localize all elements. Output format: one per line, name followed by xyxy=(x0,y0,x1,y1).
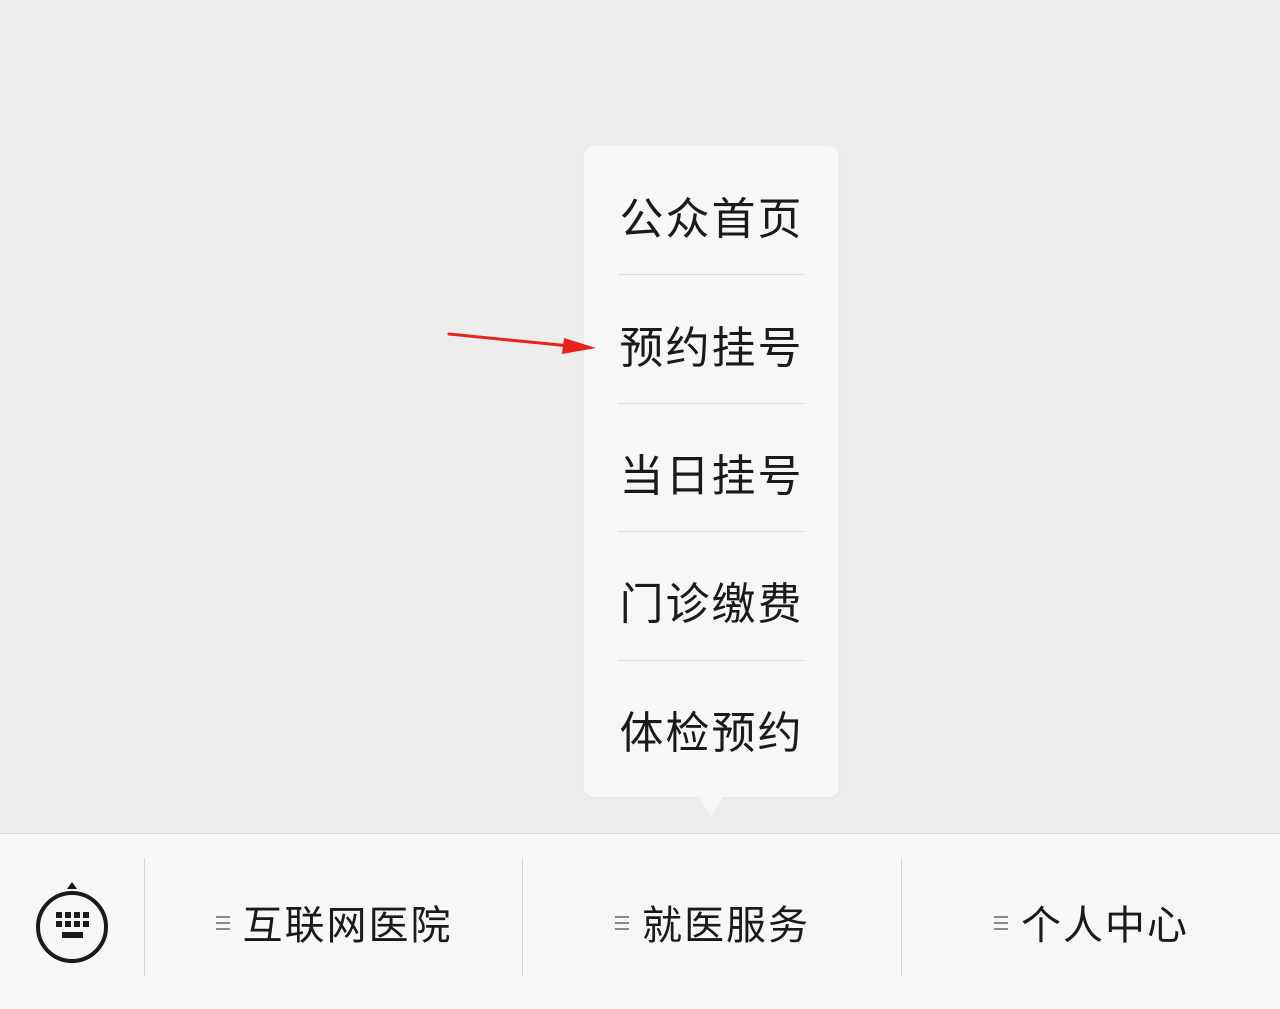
tab-label: 互联网医院 xyxy=(242,902,453,949)
tab-medical-services[interactable]: 就医服务 xyxy=(523,834,901,1009)
red-arrow-icon xyxy=(447,332,596,354)
tab-personal-center[interactable]: 个人中心 xyxy=(902,834,1280,1009)
bottom-menu-bar: 互联网医院 就医服务 个人中心 xyxy=(0,833,1280,1009)
submenu-item-label: 当日挂号 xyxy=(619,451,804,502)
submenu-item-label: 门诊缴费 xyxy=(619,579,804,630)
service-submenu: 公众首页 预约挂号 当日挂号 门诊缴费 体检预约 xyxy=(584,146,839,797)
submenu-item-outpatient-payment[interactable]: 门诊缴费 xyxy=(584,536,839,664)
submenu-item-same-day-registration[interactable]: 当日挂号 xyxy=(584,408,839,536)
tab-internet-hospital[interactable]: 互联网医院 xyxy=(145,834,522,1009)
submenu-divider xyxy=(618,274,805,275)
list-menu-icon xyxy=(994,915,1008,930)
submenu-divider xyxy=(618,403,805,404)
keyboard-toggle-button[interactable] xyxy=(0,834,144,1009)
list-menu-icon xyxy=(615,915,629,930)
list-menu-icon xyxy=(215,915,230,930)
submenu-item-public-home[interactable]: 公众首页 xyxy=(584,151,839,279)
tab-label: 就医服务 xyxy=(642,902,810,949)
keyboard-icon xyxy=(36,881,108,963)
submenu-item-label: 体检预约 xyxy=(619,708,804,759)
submenu-divider xyxy=(618,660,805,661)
submenu-caret xyxy=(698,796,724,816)
submenu-item-label: 公众首页 xyxy=(619,194,804,245)
submenu-item-checkup-appointment[interactable]: 体检预约 xyxy=(584,665,839,793)
submenu-divider xyxy=(618,531,805,532)
submenu-item-label: 预约挂号 xyxy=(619,323,804,374)
submenu-item-appointment-registration[interactable]: 预约挂号 xyxy=(584,280,839,408)
tab-label: 个人中心 xyxy=(1021,902,1189,949)
